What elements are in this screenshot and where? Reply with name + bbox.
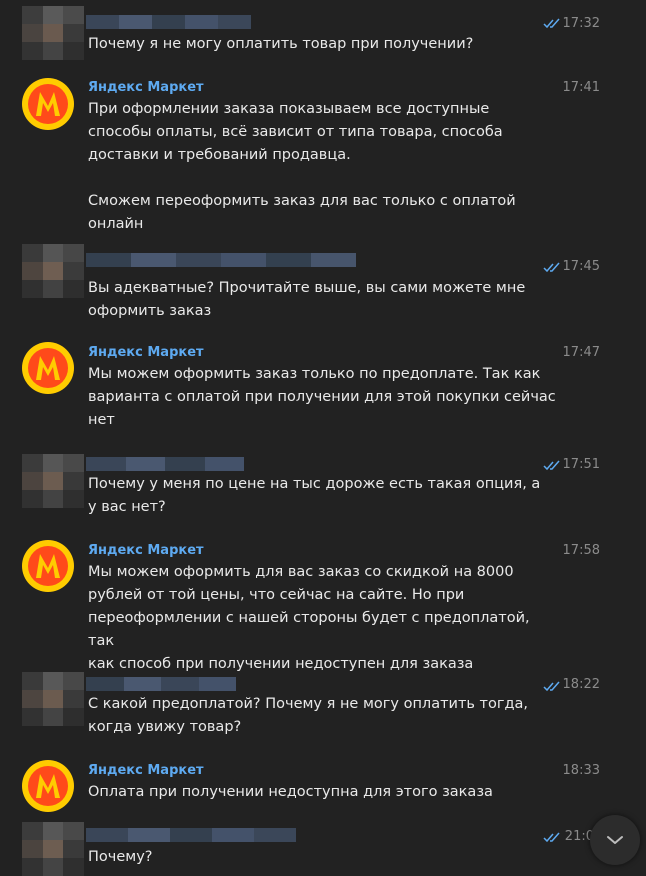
- message-time: 17:58: [562, 543, 600, 558]
- message-time: 17:51: [562, 457, 600, 472]
- chevron-down-icon: [607, 836, 623, 844]
- message-bot: Яндекс Маркет 18:33 Оплата при получении…: [0, 753, 646, 818]
- sender-name-blurred[interactable]: [86, 253, 356, 267]
- sender-name-blurred[interactable]: [86, 828, 296, 842]
- message-time: 17:32: [562, 16, 600, 31]
- chat-history[interactable]: 17:32 Почему я не могу оплатить товар пр…: [0, 0, 646, 876]
- message-user: 17:32 Почему я не могу оплатить товар пр…: [0, 0, 646, 70]
- message-user: 21:0 Почему?: [0, 818, 646, 876]
- sender-name[interactable]: Яндекс Маркет: [88, 345, 204, 360]
- sender-name-blurred[interactable]: [86, 457, 244, 471]
- yandex-market-logo[interactable]: [22, 78, 74, 130]
- message-bot: Яндекс Маркет 17:41 При оформлении заказ…: [0, 70, 646, 240]
- double-check-icon: [543, 262, 560, 273]
- message-text: Вы адекватные? Прочитайте выше, вы сами …: [88, 280, 526, 319]
- sender-name-blurred[interactable]: [86, 677, 236, 691]
- double-check-icon: [543, 18, 560, 29]
- message-time: 18:33: [562, 763, 600, 778]
- message-user: 17:45 Вы адекватные? Прочитайте выше, вы…: [0, 240, 646, 330]
- message-user: 17:51 Почему у меня по цене на тыс дорож…: [0, 450, 646, 540]
- message-text: С какой предоплатой? Почему я не могу оп…: [88, 696, 529, 735]
- avatar-blurred[interactable]: [22, 672, 84, 726]
- message-text: Почему?: [88, 849, 153, 865]
- yandex-market-logo[interactable]: [22, 540, 74, 592]
- message-time: 17:45: [562, 259, 600, 274]
- avatar-blurred[interactable]: [22, 6, 84, 60]
- double-check-icon: [543, 681, 560, 692]
- message-time: 17:47: [562, 345, 600, 360]
- message-text: Оплата при получении недоступна для этог…: [88, 784, 493, 800]
- avatar-blurred[interactable]: [22, 822, 84, 876]
- message-bot: Яндекс Маркет 17:58 Мы можем оформить дл…: [0, 533, 646, 672]
- message-user: 18:22 С какой предоплатой? Почему я не м…: [0, 668, 646, 758]
- avatar-blurred[interactable]: [22, 244, 84, 298]
- message-bot: Яндекс Маркет 17:47 Мы можем оформить за…: [0, 335, 646, 445]
- message-time: 18:22: [562, 677, 600, 692]
- message-text: Почему я не могу оплатить товар при полу…: [88, 36, 474, 52]
- sender-name[interactable]: Яндекс Маркет: [88, 543, 204, 558]
- avatar-blurred[interactable]: [22, 454, 84, 508]
- message-time: 17:41: [562, 80, 600, 95]
- message-text: Мы можем оформить заказ только по предоп…: [88, 366, 556, 428]
- message-text: Мы можем оформить для вас заказ со скидк…: [88, 564, 530, 672]
- yandex-market-logo[interactable]: [22, 760, 74, 812]
- scroll-down-button[interactable]: [590, 815, 640, 865]
- sender-name[interactable]: Яндекс Маркет: [88, 80, 204, 95]
- double-check-icon: [543, 460, 560, 471]
- sender-name-blurred[interactable]: [86, 15, 251, 29]
- message-text: При оформлении заказа показываем все дос…: [88, 101, 516, 232]
- yandex-market-logo[interactable]: [22, 342, 74, 394]
- message-text: Почему у меня по цене на тыс дороже есть…: [88, 476, 541, 515]
- double-check-icon: [543, 832, 560, 843]
- sender-name[interactable]: Яндекс Маркет: [88, 763, 204, 778]
